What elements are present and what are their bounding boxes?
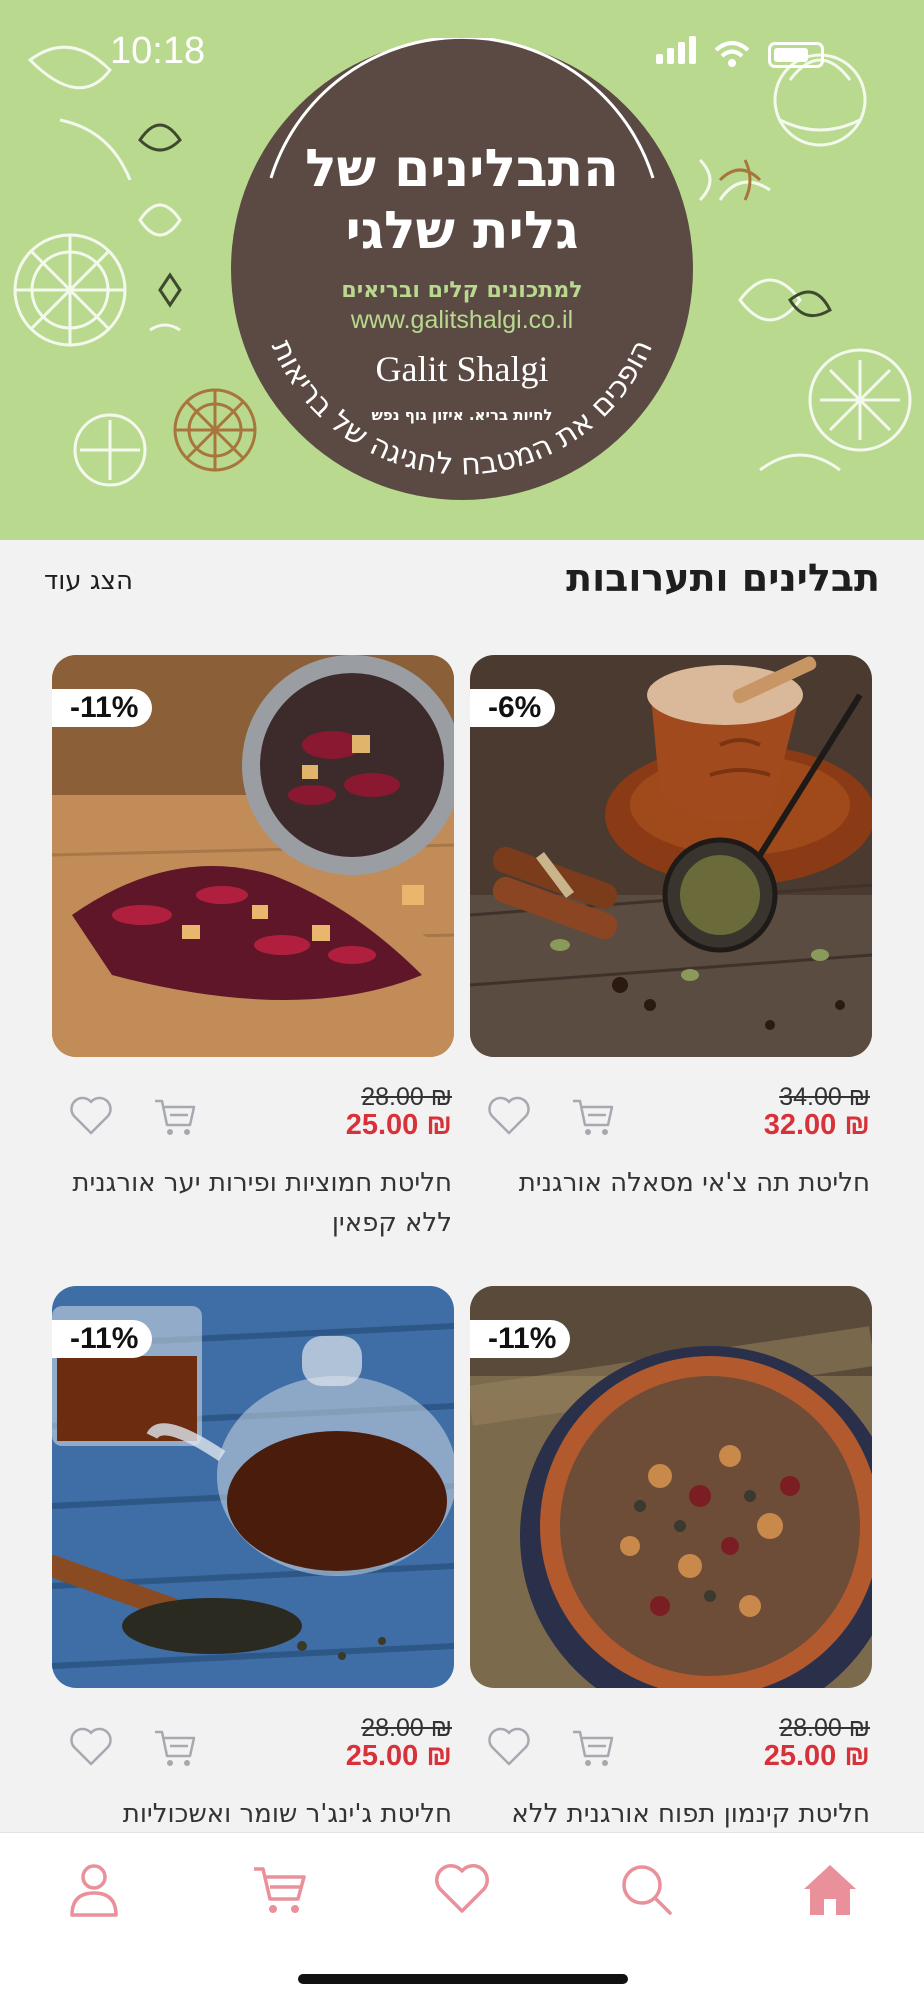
product-name[interactable]: חליטת קינמון תפוח אורגנית ללא <box>470 1794 872 1834</box>
cart-icon[interactable] <box>152 1093 198 1139</box>
show-more-link[interactable]: הצג עוד <box>44 566 133 596</box>
cart-icon[interactable] <box>250 1859 310 1919</box>
status-icons <box>652 36 824 68</box>
logo-brand: Galit Shalgi <box>375 349 549 389</box>
cart-icon[interactable] <box>152 1724 198 1770</box>
logo-title-line2: גלית שלגי <box>345 201 579 261</box>
discount-badge: -11% <box>470 1320 571 1358</box>
product-card[interactable]: -11% 28.00 ₪ 25.00 ₪ חליטת קינמון תפוח א… <box>470 1286 872 1834</box>
sale-price: 32.00 ₪ <box>763 1109 870 1141</box>
product-card[interactable]: -11% 28.00 ₪ 25.00 ₪ חליטת ג'ינג'ר שומר … <box>52 1286 454 1834</box>
heart-icon[interactable] <box>486 1093 532 1139</box>
home-indicator[interactable] <box>298 1974 628 1984</box>
logo-url: www.galitshalgi.co.il <box>350 306 574 334</box>
product-image-teapot[interactable]: -11% <box>52 1286 454 1688</box>
heart-icon[interactable] <box>432 1859 492 1919</box>
logo-tagline: למתכונים קלים ובריאים <box>341 278 583 303</box>
heart-icon[interactable] <box>68 1093 114 1139</box>
old-price: 28.00 ₪ <box>361 1714 452 1742</box>
product-card[interactable]: -6% 34.00 ₪ 32.00 ₪ חליטת תה צ'אי מסאלה … <box>470 655 872 1203</box>
heart-icon[interactable] <box>486 1724 532 1770</box>
product-image-berries[interactable]: -11% <box>52 655 454 1057</box>
logo-title-line1: התבלינים של <box>305 139 619 199</box>
product-name[interactable]: חליטת תה צ'אי מסאלה אורגנית <box>470 1163 872 1203</box>
product-name[interactable]: חליטת חמוציות ופירות יער אורגנית ללא קפא… <box>52 1163 454 1243</box>
discount-badge: -11% <box>52 689 153 727</box>
search-icon[interactable] <box>616 1859 676 1919</box>
old-price: 28.00 ₪ <box>779 1714 870 1742</box>
cart-icon[interactable] <box>570 1724 616 1770</box>
product-image-chai[interactable]: -6% <box>470 655 872 1057</box>
user-icon[interactable] <box>64 1859 124 1919</box>
sale-price: 25.00 ₪ <box>345 1109 452 1141</box>
status-time: 10:18 <box>110 30 206 72</box>
brand-logo: התבלינים של גלית שלגי למתכונים קלים וברי… <box>231 38 693 500</box>
home-icon[interactable] <box>800 1859 860 1919</box>
product-card[interactable]: -11% 28.00 ₪ 25.00 ₪ חליטת חמוציות ופירו… <box>52 655 454 1243</box>
battery-icon <box>768 42 824 68</box>
logo-title: התבלינים של גלית שלגי <box>231 138 693 262</box>
old-price: 34.00 ₪ <box>779 1083 870 1111</box>
discount-badge: -11% <box>52 1320 153 1358</box>
cart-icon[interactable] <box>570 1093 616 1139</box>
hero-banner[interactable]: 10:18 התבלינים של גלית שלגי למתכונים קלי… <box>0 0 924 540</box>
product-image-apple-cinnamon[interactable]: -11% <box>470 1286 872 1688</box>
discount-badge: -6% <box>470 689 556 727</box>
heart-icon[interactable] <box>68 1724 114 1770</box>
old-price: 28.00 ₪ <box>361 1083 452 1111</box>
section-title: תבלינים ותערובות <box>566 556 880 600</box>
signal-icon <box>652 36 696 68</box>
wifi-icon <box>714 41 750 67</box>
logo-brand-sub: לחיות בריא. איזון גוף נפש <box>371 406 553 424</box>
product-name[interactable]: חליטת ג'ינג'ר שומר ואשכוליות <box>52 1794 454 1834</box>
sale-price: 25.00 ₪ <box>345 1740 452 1772</box>
sale-price: 25.00 ₪ <box>763 1740 870 1772</box>
